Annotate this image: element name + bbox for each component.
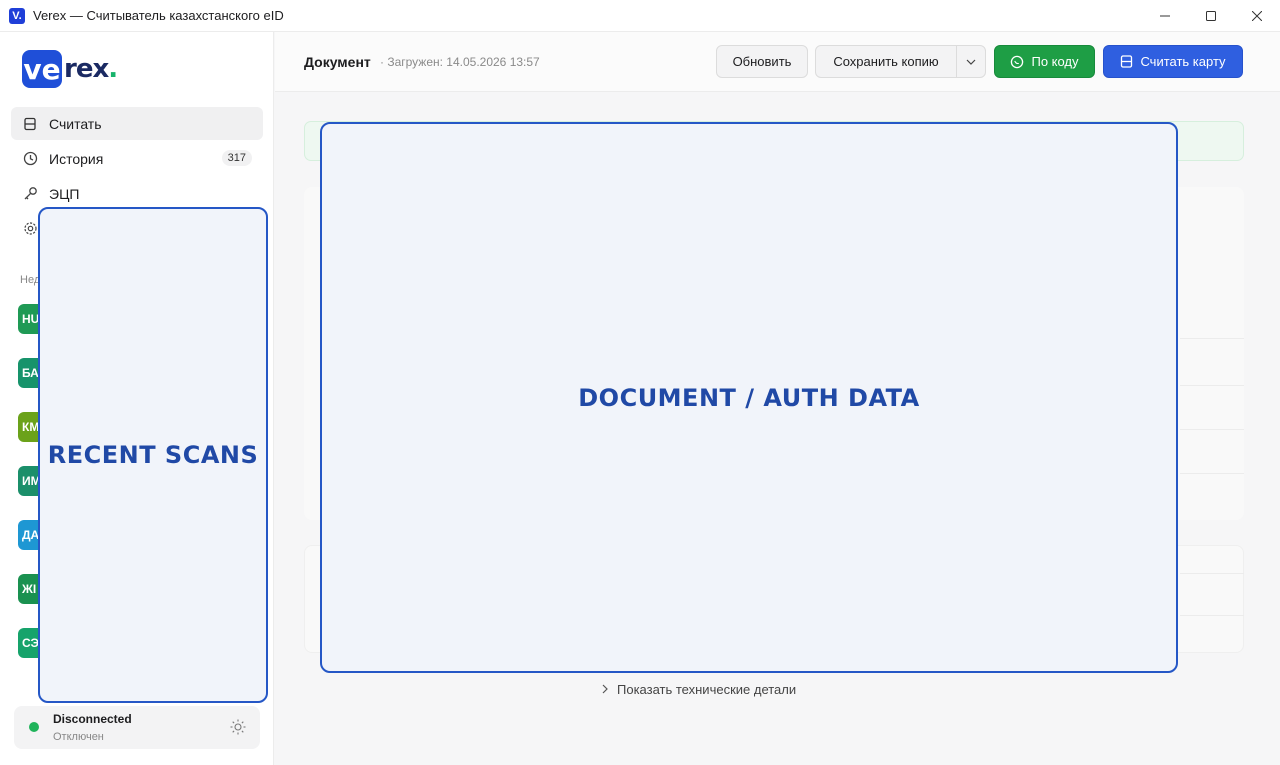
sidebar-item-eds[interactable]: ЭЦП <box>11 177 263 210</box>
chevron-right-icon <box>602 682 608 697</box>
chevron-down-icon <box>966 59 976 65</box>
row-divider <box>1180 573 1244 574</box>
recent-scans-label: RECENT SCANS <box>47 441 259 469</box>
status-sub-text: Отключен <box>53 731 104 743</box>
read-card-label: Считать карту <box>1140 54 1226 69</box>
row-divider <box>1180 429 1244 430</box>
save-copy-button[interactable]: Сохранить копию <box>815 45 957 78</box>
card-reader-icon <box>1120 55 1133 68</box>
history-count-badge: 317 <box>221 150 252 166</box>
window-controls <box>1142 0 1280 32</box>
minimize-icon <box>1160 15 1170 17</box>
row-divider <box>1180 615 1244 616</box>
document-data-placeholder: DOCUMENT / AUTH DATA <box>320 122 1178 673</box>
status-main-text: Disconnected <box>53 712 132 726</box>
sidebar-item-history[interactable]: История 317 <box>11 142 263 175</box>
by-code-label: По коду <box>1031 54 1079 69</box>
sidebar-item-read[interactable]: Считать <box>11 107 263 140</box>
gear-icon <box>22 221 38 237</box>
recent-scans-placeholder: RECENT SCANS <box>38 207 268 703</box>
theme-toggle-sun-icon[interactable] <box>230 719 246 740</box>
sidebar-item-label: ЭЦП <box>49 185 80 202</box>
logo-text: rex. <box>64 54 118 84</box>
document-data-label: DOCUMENT / AUTH DATA <box>578 383 920 412</box>
close-button[interactable] <box>1234 0 1280 32</box>
minimize-button[interactable] <box>1142 0 1188 32</box>
loaded-timestamp: · Загружен: 14.05.2026 13:57 <box>380 55 540 69</box>
close-icon <box>1252 11 1262 21</box>
title-bar: V. Verex — Считыватель казахстанского eI… <box>0 0 1280 32</box>
logo-badge: ve <box>22 50 62 88</box>
chat-bubble-icon <box>1010 55 1024 69</box>
status-dot <box>29 722 39 732</box>
clock-icon <box>22 151 38 167</box>
sidebar-item-label: Считать <box>49 115 102 132</box>
window-title: Verex — Считыватель казахстанского eID <box>33 8 284 23</box>
sidebar: ve rex. Считать История 317 ЭЦП Нед HU Б… <box>0 32 274 765</box>
maximize-button[interactable] <box>1188 0 1234 32</box>
refresh-button[interactable]: Обновить <box>716 45 808 78</box>
show-technical-details-link[interactable]: Показать технические детали <box>602 682 796 697</box>
row-divider <box>1180 385 1244 386</box>
sidebar-item-label: История <box>49 150 104 167</box>
document-header: Документ · Загружен: 14.05.2026 13:57 Об… <box>275 32 1280 92</box>
maximize-icon <box>1206 11 1216 21</box>
row-divider <box>1180 473 1244 474</box>
by-code-button[interactable]: По коду <box>994 45 1095 78</box>
row-divider <box>1180 338 1244 339</box>
save-options-dropdown[interactable] <box>956 45 986 78</box>
card-reader-icon <box>22 116 38 132</box>
connection-status-card: Disconnected Отключен <box>14 706 260 749</box>
key-icon <box>22 186 38 202</box>
page-title: Документ <box>304 54 371 70</box>
read-card-button[interactable]: Считать карту <box>1103 45 1243 78</box>
technical-details-label: Показать технические детали <box>617 682 797 697</box>
app-icon: V. <box>9 7 25 24</box>
verex-logo: ve rex. <box>22 50 118 88</box>
